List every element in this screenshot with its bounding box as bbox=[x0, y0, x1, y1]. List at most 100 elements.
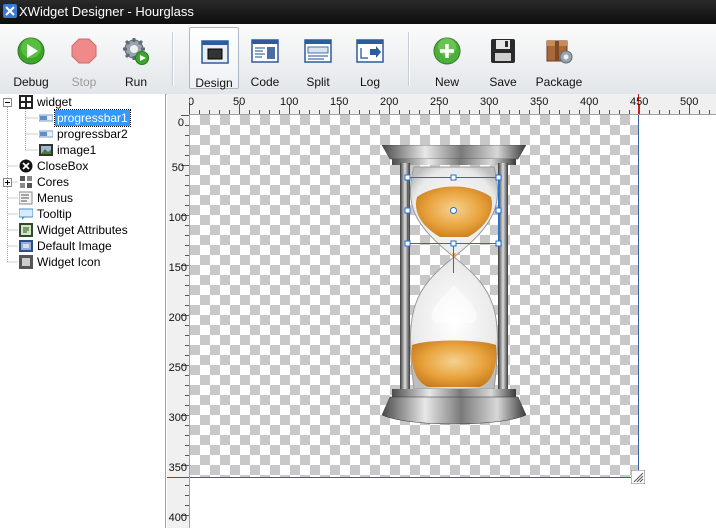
ruler-left-label: 100 bbox=[169, 212, 187, 224]
new-label: New bbox=[434, 75, 459, 89]
widget-collapse-toggle[interactable] bbox=[3, 98, 12, 107]
object-tree: widget progressbar1 progressbar2 image1 … bbox=[0, 94, 166, 528]
cores-expand-toggle[interactable] bbox=[3, 178, 12, 187]
default-image-icon bbox=[19, 240, 33, 252]
resize-handle[interactable] bbox=[495, 174, 502, 181]
ruler-left: 0 50 100 150 200 250 300 350 400 bbox=[167, 114, 190, 528]
tree-item-label: Menus bbox=[37, 191, 74, 205]
ruler-top-label: 250 bbox=[430, 96, 448, 108]
widget-resize-grip[interactable] bbox=[631, 470, 645, 484]
ruler-top-label: 0 bbox=[189, 96, 194, 108]
center-handle[interactable] bbox=[450, 207, 457, 214]
ruler-top: 0 50 100 150 200 250 300 350 400 450 500 bbox=[189, 94, 716, 115]
cores-icon bbox=[20, 176, 32, 188]
title-bar: XWidget Designer - Hourglass bbox=[0, 0, 716, 24]
tooltip-icon bbox=[19, 208, 33, 220]
run-button[interactable]: Run bbox=[113, 27, 159, 89]
package-icon bbox=[546, 40, 573, 64]
widget-icon-icon bbox=[19, 255, 33, 269]
save-button[interactable]: Save bbox=[480, 27, 526, 89]
package-label: Package bbox=[535, 75, 583, 89]
tree-item-label: Widget Attributes bbox=[37, 223, 128, 237]
ruler-top-label: 100 bbox=[280, 96, 298, 108]
toolbar-separator bbox=[172, 32, 174, 86]
window-title: XWidget Designer - Hourglass bbox=[19, 4, 194, 19]
tree-item-label: CloseBox bbox=[37, 159, 89, 173]
split-view-icon bbox=[304, 39, 332, 63]
ruler-left-label: 150 bbox=[169, 262, 187, 274]
close-circle-icon bbox=[19, 159, 33, 173]
log-label: Log bbox=[359, 75, 381, 89]
code-label: Code bbox=[250, 75, 280, 89]
ruler-top-label: 300 bbox=[480, 96, 498, 108]
menu-icon bbox=[19, 191, 33, 205]
ruler-top-label: 400 bbox=[580, 96, 598, 108]
run-label: Run bbox=[124, 75, 147, 89]
main-toolbar: Debug Stop Run Design Code Split Log New… bbox=[0, 24, 716, 95]
ruler-left-label: 0 bbox=[178, 117, 184, 129]
log-view-icon bbox=[356, 39, 384, 63]
tree-item-label: widget bbox=[37, 95, 72, 109]
ruler-top-label: 150 bbox=[330, 96, 348, 108]
widget-grid-icon bbox=[19, 95, 33, 109]
new-button[interactable]: New bbox=[424, 27, 470, 89]
ruler-left-ticks: 0 50 100 150 200 250 300 350 400 bbox=[167, 115, 189, 524]
save-label: Save bbox=[489, 75, 517, 89]
progressbar-icon bbox=[39, 130, 53, 138]
resize-handle[interactable] bbox=[495, 207, 502, 214]
split-label: Split bbox=[306, 75, 330, 89]
ruler-left-label: 250 bbox=[169, 362, 187, 374]
code-button[interactable]: Code bbox=[242, 27, 288, 89]
design-canvas[interactable] bbox=[190, 115, 716, 528]
attributes-icon bbox=[19, 223, 33, 237]
progressbar-icon bbox=[39, 114, 53, 122]
resize-handle[interactable] bbox=[404, 240, 411, 247]
package-button[interactable]: Package bbox=[536, 27, 582, 89]
ruler-top-label: 500 bbox=[680, 96, 698, 108]
tree-item-label: Widget Icon bbox=[37, 255, 101, 269]
ruler-top-ticks: 0 50 100 150 200 250 300 350 400 450 500 bbox=[189, 94, 710, 114]
gear-play-icon bbox=[123, 38, 149, 65]
app-icon bbox=[3, 4, 17, 18]
log-button[interactable]: Log bbox=[347, 27, 393, 89]
floppy-disk-icon bbox=[491, 39, 515, 63]
debug-label: Debug bbox=[13, 75, 49, 89]
ruler-corner bbox=[167, 94, 189, 114]
plus-icon bbox=[433, 37, 461, 65]
tree-item-label: Tooltip bbox=[37, 207, 72, 221]
debug-button[interactable]: Debug bbox=[8, 27, 54, 89]
design-label: Design bbox=[195, 76, 233, 90]
ruler-left-label: 400 bbox=[169, 512, 187, 524]
widget-border bbox=[638, 115, 639, 477]
resize-handle[interactable] bbox=[495, 240, 502, 247]
resize-handle[interactable] bbox=[450, 240, 457, 247]
stop-label: Stop bbox=[71, 75, 97, 89]
tree-item-label: progressbar1 bbox=[54, 109, 131, 127]
widget-border bbox=[190, 477, 639, 478]
split-button[interactable]: Split bbox=[295, 27, 341, 89]
design-view-icon bbox=[201, 40, 229, 64]
ruler-left-label: 300 bbox=[169, 412, 187, 424]
code-view-icon bbox=[251, 39, 279, 63]
ruler-left-label: 350 bbox=[169, 462, 187, 474]
selection-outline[interactable] bbox=[400, 173, 510, 273]
resize-handle[interactable] bbox=[404, 207, 411, 214]
ruler-left-label: 200 bbox=[169, 312, 187, 324]
design-button[interactable]: Design bbox=[189, 27, 239, 90]
toolbar-separator bbox=[408, 32, 410, 86]
image-icon bbox=[39, 144, 53, 156]
ruler-left-label: 50 bbox=[172, 162, 184, 174]
resize-handle[interactable] bbox=[450, 174, 457, 181]
tree-item-label: Default Image bbox=[37, 239, 112, 253]
tree-item-label: Cores bbox=[37, 175, 70, 189]
ruler-top-label: 450 bbox=[630, 96, 648, 108]
play-icon bbox=[17, 37, 45, 65]
ruler-top-label: 200 bbox=[380, 96, 398, 108]
stop-button[interactable]: Stop bbox=[61, 27, 107, 89]
resize-handle[interactable] bbox=[404, 174, 411, 181]
ruler-top-label: 50 bbox=[233, 96, 245, 108]
tree-item-label: progressbar2 bbox=[57, 127, 128, 141]
stop-icon bbox=[71, 38, 97, 64]
tree-item-label: image1 bbox=[57, 143, 97, 157]
ruler-top-label: 350 bbox=[530, 96, 548, 108]
